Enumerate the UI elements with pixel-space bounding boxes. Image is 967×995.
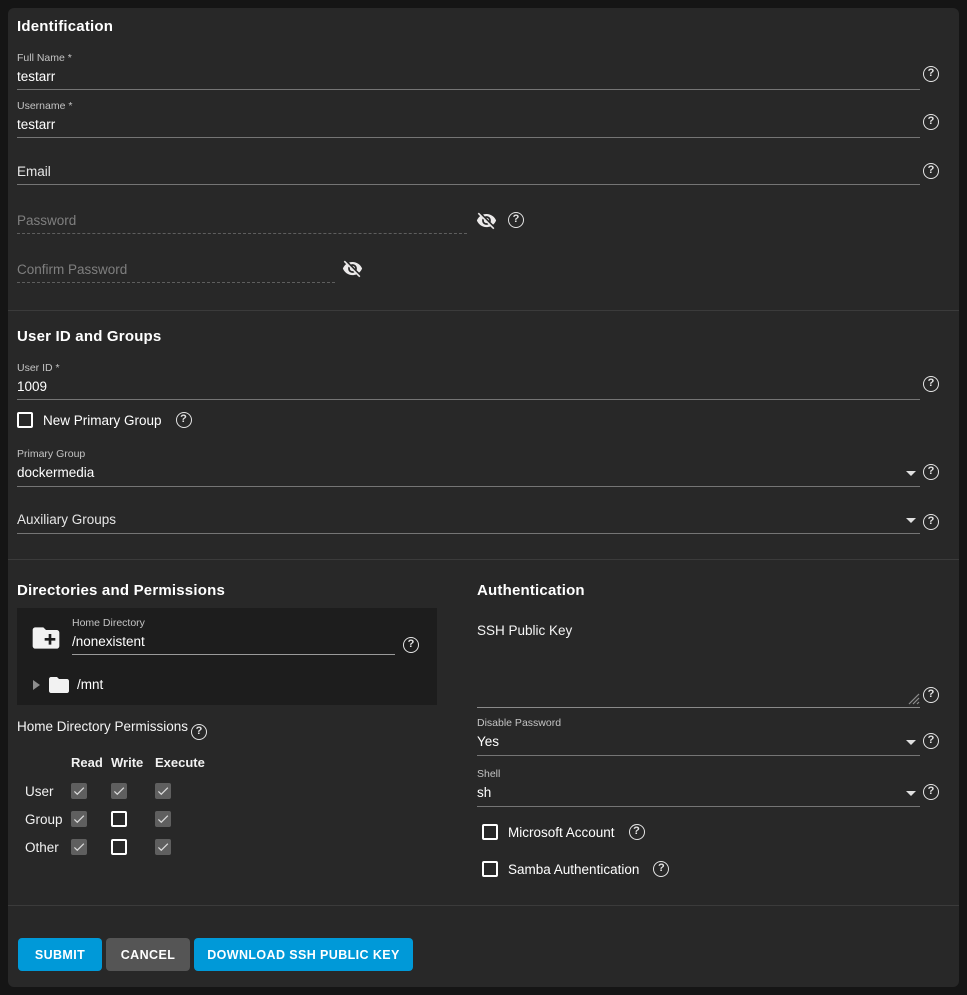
full-name-input[interactable] xyxy=(17,66,920,90)
home-directory-help-icon[interactable] xyxy=(403,637,419,653)
footer-actions: SUBMIT CANCEL DOWNLOAD SSH PUBLIC KEY xyxy=(8,907,959,987)
microsoft-account-checkbox[interactable] xyxy=(482,824,498,840)
ssh-public-key-textarea[interactable] xyxy=(477,707,920,708)
perm-col-read: Read xyxy=(71,755,103,770)
user-form-card: Identification Full Name * Username * xyxy=(8,8,959,987)
primary-group-dropdown-icon[interactable] xyxy=(906,471,916,476)
auxiliary-groups-value[interactable]: Auxiliary Groups xyxy=(17,509,920,534)
perm-col-write: Write xyxy=(111,755,143,770)
disable-password-dropdown-icon[interactable] xyxy=(906,740,916,745)
auxiliary-groups-dropdown-icon[interactable] xyxy=(906,518,916,523)
new-primary-group-help-icon[interactable] xyxy=(176,412,192,428)
disable-password-help-icon[interactable] xyxy=(923,733,939,749)
username-input[interactable] xyxy=(17,114,920,138)
section-title-directories: Directories and Permissions xyxy=(17,582,225,599)
email-help-icon[interactable] xyxy=(923,163,939,179)
perm-user-read-checkbox[interactable] xyxy=(71,783,87,799)
microsoft-account-label: Microsoft Account xyxy=(508,825,615,840)
submit-button[interactable]: SUBMIT xyxy=(18,938,102,971)
full-name-label: Full Name * xyxy=(17,52,920,66)
cancel-button[interactable]: CANCEL xyxy=(106,938,190,971)
disable-password-field[interactable]: Disable Password Yes xyxy=(477,717,920,756)
shell-field[interactable]: Shell sh xyxy=(477,768,920,807)
perm-user-write-checkbox[interactable] xyxy=(111,783,127,799)
tree-expand-icon[interactable] xyxy=(33,680,40,690)
perm-other-read-checkbox[interactable] xyxy=(71,839,87,855)
user-id-field: User ID * xyxy=(17,362,920,400)
shell-help-icon[interactable] xyxy=(923,784,939,800)
samba-authentication-help-icon[interactable] xyxy=(653,861,669,877)
perm-row-other-label: Other xyxy=(25,840,59,855)
primary-group-field[interactable]: Primary Group dockermedia xyxy=(17,448,920,487)
confirm-password-field xyxy=(17,259,335,283)
auxiliary-groups-help-icon[interactable] xyxy=(923,514,939,530)
ssh-public-key-label: SSH Public Key xyxy=(477,623,920,638)
username-label: Username * xyxy=(17,100,920,114)
primary-group-label: Primary Group xyxy=(17,448,920,462)
perm-other-execute-checkbox[interactable] xyxy=(155,839,171,855)
home-directory-permissions-help-icon[interactable] xyxy=(191,724,207,740)
home-directory-panel: Home Directory /mnt xyxy=(17,608,437,705)
section-dirs-and-auth: Directories and Permissions Home Directo… xyxy=(8,561,959,906)
username-help-icon[interactable] xyxy=(923,114,939,130)
full-name-help-icon[interactable] xyxy=(923,66,939,82)
password-visibility-off-icon[interactable] xyxy=(476,210,497,231)
microsoft-account-checkbox-row: Microsoft Account xyxy=(482,824,645,840)
samba-authentication-checkbox[interactable] xyxy=(482,861,498,877)
primary-group-value[interactable]: dockermedia xyxy=(17,462,920,487)
perm-other-write-checkbox[interactable] xyxy=(111,839,127,855)
email-input[interactable] xyxy=(17,161,920,185)
confirm-password-input[interactable] xyxy=(17,259,335,283)
section-title-groups: User ID and Groups xyxy=(17,328,161,345)
home-directory-permissions-label: Home Directory Permissions xyxy=(17,719,207,740)
shell-dropdown-icon[interactable] xyxy=(906,791,916,796)
section-title-identification: Identification xyxy=(17,18,113,35)
disable-password-label: Disable Password xyxy=(477,717,920,731)
download-ssh-public-key-button[interactable]: DOWNLOAD SSH PUBLIC KEY xyxy=(194,938,413,971)
home-directory-input[interactable] xyxy=(72,631,395,655)
user-id-input[interactable] xyxy=(17,376,920,400)
auxiliary-groups-field[interactable]: Auxiliary Groups xyxy=(17,509,920,534)
perm-group-execute-checkbox[interactable] xyxy=(155,811,171,827)
username-field: Username * xyxy=(17,100,920,138)
section-identification: Identification Full Name * Username * xyxy=(8,8,959,311)
new-primary-group-checkbox-row: New Primary Group xyxy=(17,412,192,428)
section-user-id-and-groups: User ID and Groups User ID * New Primary… xyxy=(8,312,959,560)
home-directory-label: Home Directory xyxy=(72,617,395,631)
disable-password-value[interactable]: Yes xyxy=(477,731,920,756)
perm-group-read-checkbox[interactable] xyxy=(71,811,87,827)
email-field xyxy=(17,161,920,185)
password-field xyxy=(17,210,467,234)
primary-group-help-icon[interactable] xyxy=(923,464,939,480)
tree-node-label: /mnt xyxy=(77,677,103,692)
samba-authentication-checkbox-row: Samba Authentication xyxy=(482,861,669,877)
user-id-help-icon[interactable] xyxy=(923,376,939,392)
samba-authentication-label: Samba Authentication xyxy=(508,862,639,877)
perm-col-execute: Execute xyxy=(155,755,205,770)
password-input[interactable] xyxy=(17,210,467,234)
perm-row-user-label: User xyxy=(25,784,54,799)
tree-node-mnt[interactable]: /mnt xyxy=(17,670,437,700)
full-name-field: Full Name * xyxy=(17,52,920,90)
confirm-password-visibility-off-icon[interactable] xyxy=(342,258,363,279)
microsoft-account-help-icon[interactable] xyxy=(629,824,645,840)
new-primary-group-label: New Primary Group xyxy=(43,413,162,428)
shell-label: Shell xyxy=(477,768,920,782)
folder-icon xyxy=(47,673,71,697)
home-directory-field: Home Directory xyxy=(72,617,395,655)
resize-grip-icon[interactable] xyxy=(906,691,920,705)
shell-value[interactable]: sh xyxy=(477,782,920,807)
perm-group-write-checkbox[interactable] xyxy=(111,811,127,827)
perm-user-execute-checkbox[interactable] xyxy=(155,783,171,799)
user-id-label: User ID * xyxy=(17,362,920,376)
password-help-icon[interactable] xyxy=(508,212,524,228)
perm-row-group-label: Group xyxy=(25,812,63,827)
section-title-authentication: Authentication xyxy=(477,582,585,599)
new-primary-group-checkbox[interactable] xyxy=(17,412,33,428)
create-folder-icon[interactable] xyxy=(30,622,62,654)
ssh-public-key-help-icon[interactable] xyxy=(923,687,939,703)
ssh-public-key-field[interactable]: SSH Public Key xyxy=(477,623,920,708)
